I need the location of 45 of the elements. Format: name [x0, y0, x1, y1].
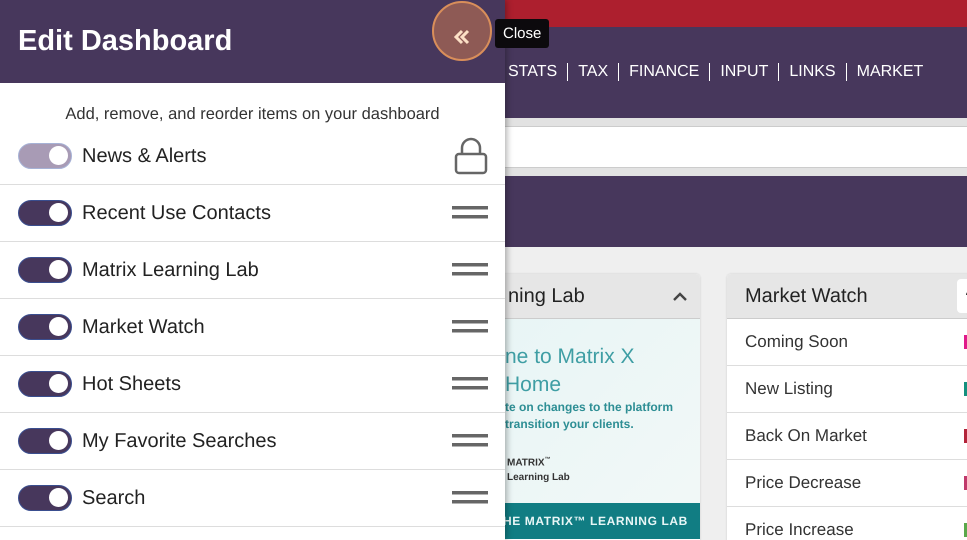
nav-link[interactable]: FINANCE: [629, 62, 700, 80]
status-label[interactable]: Coming Soon: [745, 332, 848, 352]
lock-icon: [454, 137, 488, 175]
toggle-switch[interactable]: [18, 257, 72, 283]
panel-title: Edit Dashboard: [18, 25, 232, 58]
tooltip: Close: [495, 19, 550, 48]
banner-text: te on changes to the platform: [505, 399, 674, 416]
banner-logo-caption: Learning Lab: [506, 472, 570, 484]
nav-link[interactable]: LINKS: [789, 62, 836, 80]
nav-link[interactable]: INPUT: [720, 62, 768, 80]
nav-link[interactable]: STATS: [508, 62, 558, 80]
panel-subtitle: Add, remove, and reorder items on your dashboard: [64, 104, 441, 125]
banner-logo: MATRIX$^{™}$: [506, 457, 551, 468]
item-label: Recent Use Contacts: [82, 202, 272, 224]
status-label[interactable]: Price Decrease: [745, 473, 862, 493]
double-chevron-icon: [453, 29, 471, 45]
card-title: Market Watch: [745, 284, 869, 308]
status-label[interactable]: New Listing: [745, 379, 833, 399]
item-label: My Favorite Searches: [82, 430, 278, 452]
drag-handle-icon[interactable]: [452, 320, 488, 334]
drag-handle-icon[interactable]: [452, 434, 488, 448]
item-label: Matrix Learning Lab: [82, 258, 260, 282]
toggle-switch[interactable]: [18, 143, 72, 169]
card-title: ning Lab: [507, 284, 585, 308]
toggle-switch[interactable]: [18, 200, 72, 226]
drag-handle-icon[interactable]: [452, 491, 488, 505]
toggle-switch[interactable]: [18, 485, 72, 511]
drag-handle-icon[interactable]: [452, 263, 488, 277]
banner-heading: Home: [505, 372, 562, 398]
toggle-switch[interactable]: [18, 371, 72, 397]
item-label: Market Watch: [82, 316, 206, 338]
item-label: Search: [82, 486, 146, 510]
nav-link[interactable]: TAX: [578, 62, 608, 80]
item-label: Hot Sheets: [82, 372, 182, 396]
nav-link[interactable]: MARKET: [856, 62, 924, 80]
item-label: News & Alerts: [82, 144, 208, 168]
banner-heading: ne to Matrix X: [505, 344, 636, 370]
status-label[interactable]: Price Increase: [745, 520, 854, 540]
banner-text: transition your clients.: [505, 416, 635, 433]
drag-handle-icon[interactable]: [452, 206, 488, 220]
toggle-switch[interactable]: [18, 314, 72, 340]
drag-handle-icon[interactable]: [452, 377, 488, 391]
status-label[interactable]: Back On Market: [745, 426, 867, 446]
toggle-switch[interactable]: [18, 428, 72, 454]
collapse-icon[interactable]: [672, 291, 688, 301]
